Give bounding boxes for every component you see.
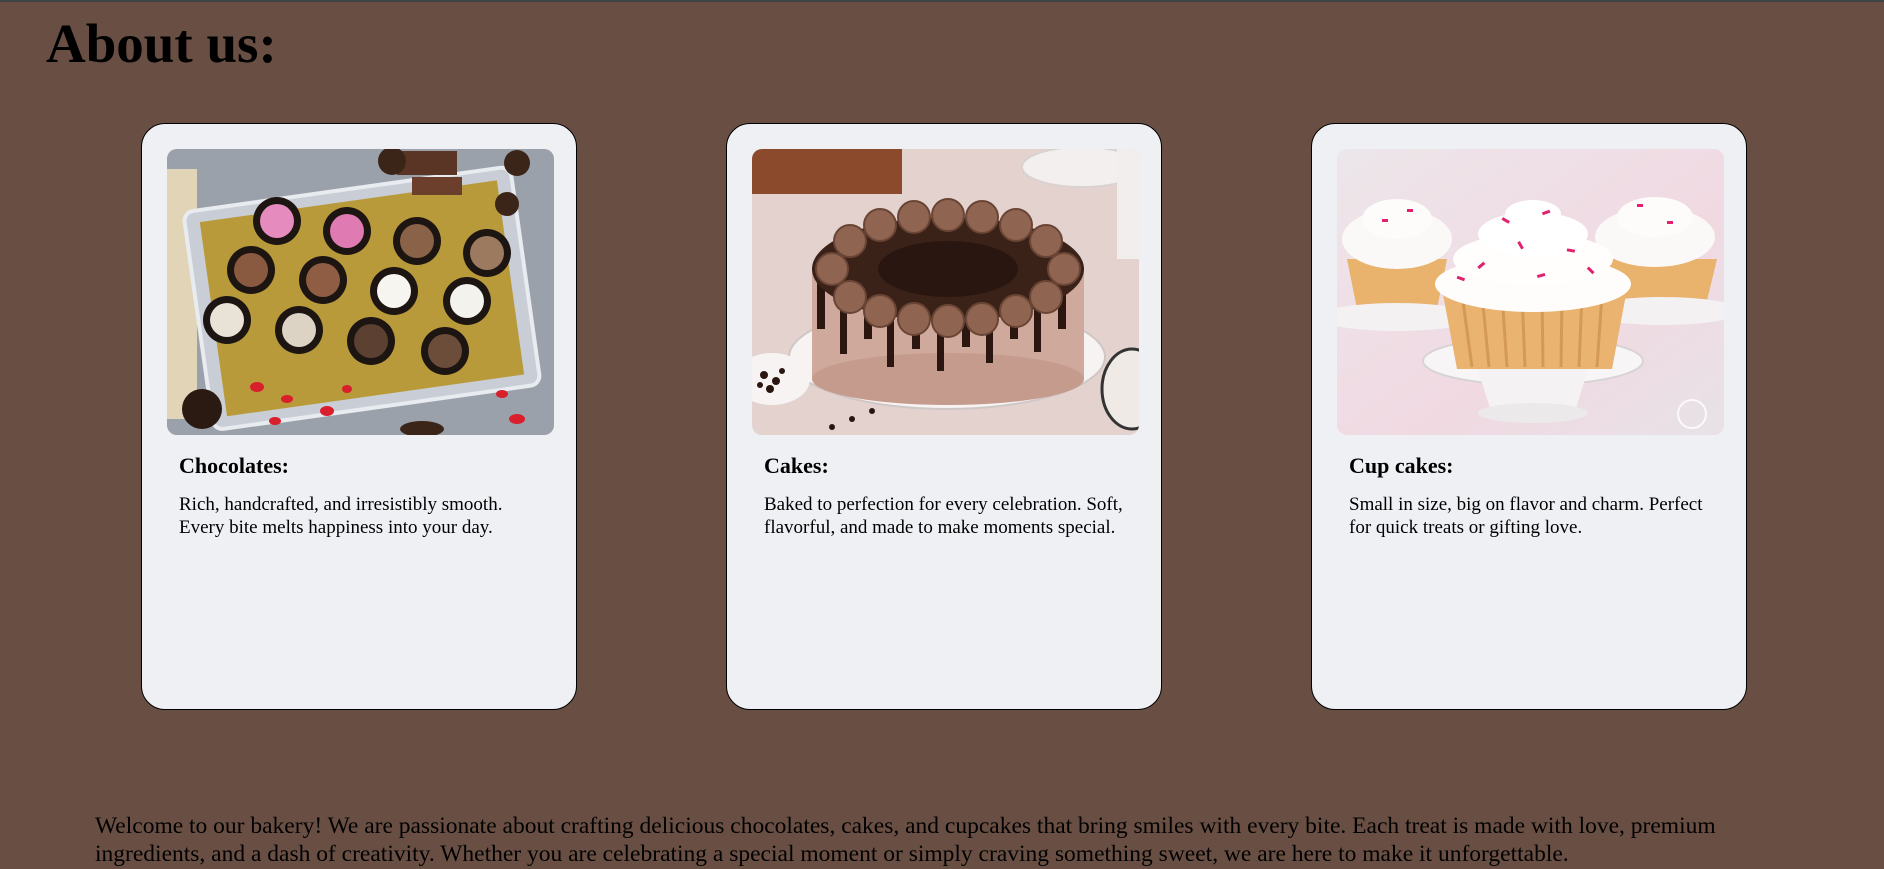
chocolate-cake-photo	[752, 149, 1139, 435]
product-cards: Chocolates: Rich, handcrafted, and irres…	[0, 123, 1884, 713]
card-cupcakes: Cup cakes: Small in size, big on flavor …	[1311, 123, 1747, 710]
page-title: About us:	[46, 13, 277, 74]
card-title: Chocolates:	[179, 453, 289, 478]
cupcakes-photo	[1337, 149, 1724, 435]
card-description: Small in size, big on flavor and charm. …	[1349, 494, 1703, 538]
card-description: Rich, handcrafted, and irresistibly smoo…	[179, 494, 503, 538]
card-chocolates: Chocolates: Rich, handcrafted, and irres…	[141, 123, 577, 710]
card-description: Baked to perfection for every celebratio…	[764, 494, 1123, 538]
chocolate-box-photo	[167, 149, 554, 435]
card-title: Cup cakes:	[1349, 453, 1454, 478]
welcome-paragraph: Welcome to our bakery! We are passionate…	[95, 813, 1716, 867]
card-title: Cakes:	[764, 453, 829, 478]
card-cakes: Cakes: Baked to perfection for every cel…	[726, 123, 1162, 710]
